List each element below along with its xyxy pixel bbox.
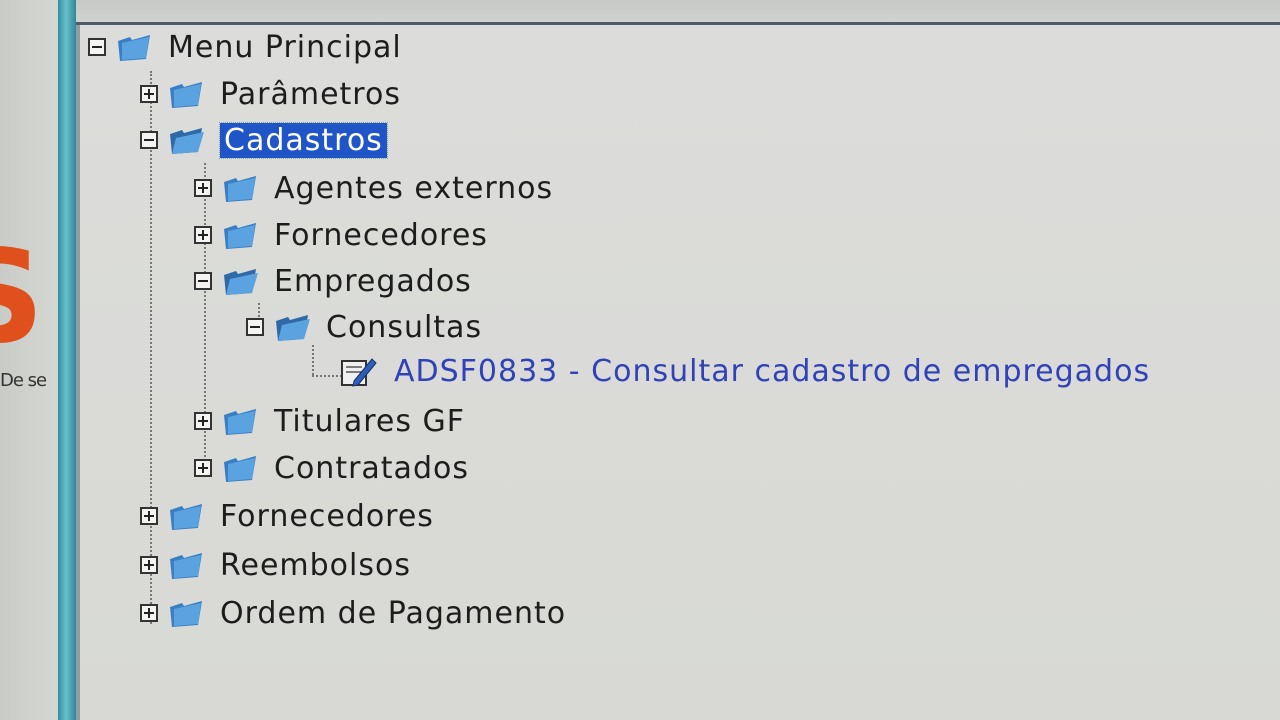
tree-node-titulares-gf[interactable]: Titulares GF xyxy=(194,403,465,439)
expand-icon[interactable] xyxy=(140,604,158,622)
tree-label: Parâmetros xyxy=(220,76,401,112)
tree-node-menu-principal[interactable]: Menu Principal xyxy=(88,29,402,65)
expand-icon[interactable] xyxy=(194,179,212,197)
expand-icon[interactable] xyxy=(140,556,158,574)
tree-node-fornecedores-sub[interactable]: Fornecedores xyxy=(194,217,488,253)
tree-node-consultas[interactable]: Consultas xyxy=(246,309,482,345)
tree-label: Fornecedores xyxy=(274,217,488,253)
expand-icon[interactable] xyxy=(194,226,212,244)
tree-node-fornecedores[interactable]: Fornecedores xyxy=(140,498,434,534)
expand-icon[interactable] xyxy=(194,412,212,430)
tree-label: Fornecedores xyxy=(220,498,434,534)
tree-label: Agentes externos xyxy=(274,170,554,206)
folder-icon xyxy=(170,601,202,627)
expand-icon[interactable] xyxy=(140,85,158,103)
folder-icon xyxy=(170,504,202,530)
menu-link-label: ADSF0833 - Consultar cadastro de emprega… xyxy=(394,353,1151,389)
background-app: S De se xyxy=(0,0,60,720)
tree-label: Ordem de Pagamento xyxy=(220,595,567,631)
tree-label: Reembolsos xyxy=(220,547,411,583)
folder-icon xyxy=(224,223,256,249)
tree-connector xyxy=(312,345,314,375)
tree-label: Titulares GF xyxy=(274,403,466,439)
folder-icon xyxy=(170,553,202,579)
tree-node-cadastros[interactable]: Cadastros xyxy=(140,121,388,159)
tree-label: Contratados xyxy=(274,450,469,486)
tree-node-parametros[interactable]: Parâmetros xyxy=(140,76,401,112)
logo-text: De se xyxy=(0,370,47,391)
collapse-icon[interactable] xyxy=(246,318,264,336)
tree-node-adsf0833[interactable]: ADSF0833 - Consultar cadastro de emprega… xyxy=(340,353,1150,389)
tree-node-ordem-pagamento[interactable]: Ordem de Pagamento xyxy=(140,595,566,631)
logo-fragment: S xyxy=(0,242,56,354)
edit-document-icon xyxy=(341,358,377,387)
collapse-icon[interactable] xyxy=(88,38,106,56)
tree-node-agentes-externos[interactable]: Agentes externos xyxy=(194,170,553,206)
collapse-icon[interactable] xyxy=(194,272,212,290)
tree-label: Menu Principal xyxy=(168,29,402,65)
folder-icon xyxy=(224,176,256,202)
expand-icon[interactable] xyxy=(194,459,212,477)
window-frame xyxy=(58,0,76,720)
tree-node-contratados[interactable]: Contratados xyxy=(194,450,469,486)
tree-label: Consultas xyxy=(326,309,483,345)
tree-label-selected: Cadastros xyxy=(219,121,388,159)
folder-icon xyxy=(118,35,150,61)
folder-icon xyxy=(170,82,202,108)
window-top-bar xyxy=(76,0,1280,25)
folder-icon xyxy=(224,456,256,482)
open-folder-icon xyxy=(224,269,258,295)
tree-connector xyxy=(312,375,342,377)
tree-panel: Menu Principal Parâmetros Cadastros Agen… xyxy=(80,25,1280,720)
tree-node-empregados[interactable]: Empregados xyxy=(194,263,472,299)
collapse-icon[interactable] xyxy=(140,131,158,149)
open-folder-icon xyxy=(276,315,310,341)
tree-label: Empregados xyxy=(274,263,472,299)
expand-icon[interactable] xyxy=(140,507,158,525)
tree-node-reembolsos[interactable]: Reembolsos xyxy=(140,547,411,583)
folder-icon xyxy=(224,409,256,435)
open-folder-icon xyxy=(170,128,204,154)
